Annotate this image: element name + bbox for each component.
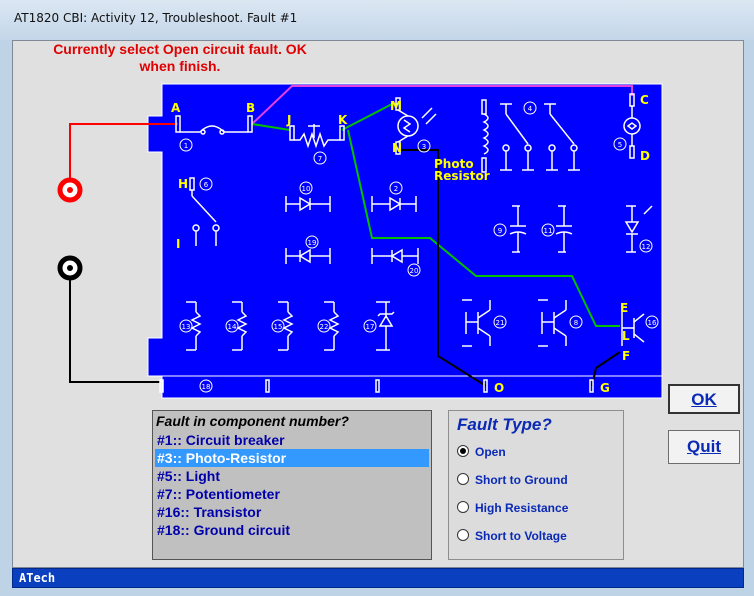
list-item[interactable]: #16:: Transistor — [155, 503, 429, 521]
svg-text:6: 6 — [204, 181, 209, 189]
radio-unselected-icon[interactable] — [457, 501, 469, 513]
svg-text:12: 12 — [642, 243, 651, 251]
list-item[interactable]: #18:: Ground circuit — [155, 521, 429, 539]
svg-text:7: 7 — [318, 155, 322, 163]
radio-short-to-voltage[interactable]: Short to Voltage — [457, 527, 567, 545]
radio-open[interactable]: Open — [457, 443, 506, 461]
app-window: AT1820 CBI: Activity 12, Troubleshoot. F… — [0, 0, 754, 596]
point-label-j: J — [286, 113, 291, 127]
svg-text:14: 14 — [228, 323, 237, 331]
list-item[interactable]: #1:: Circuit breaker — [155, 431, 429, 449]
status-bar: ATech — [12, 568, 744, 588]
black-test-lead[interactable] — [57, 255, 160, 383]
radio-short-to-ground[interactable]: Short to Ground — [457, 471, 568, 489]
list-item[interactable]: #5:: Light — [155, 467, 429, 485]
svg-text:11: 11 — [544, 227, 553, 235]
radio-label: High Resistance — [475, 501, 569, 515]
point-label-i: I — [176, 237, 180, 251]
point-label-f: F — [622, 349, 630, 363]
svg-text:8: 8 — [574, 319, 578, 327]
fault-list-header: Fault in component number? — [156, 413, 349, 429]
point-label-b: B — [246, 101, 255, 115]
radio-label: Open — [475, 445, 506, 459]
radio-high-resistance[interactable]: High Resistance — [457, 499, 568, 517]
svg-text:2: 2 — [394, 185, 398, 193]
svg-text:4: 4 — [528, 105, 533, 113]
fault-component-list[interactable]: Fault in component number? #1:: Circuit … — [152, 410, 432, 560]
svg-text:10: 10 — [302, 185, 311, 193]
point-label-h: H — [178, 177, 188, 191]
fault-type-header: Fault Type? — [457, 415, 552, 434]
svg-text:3: 3 — [422, 143, 426, 151]
svg-text:18: 18 — [202, 383, 211, 391]
point-label-d: D — [640, 149, 650, 163]
fault-type-group: Fault Type? Open Short to Ground High Re… — [448, 410, 624, 560]
point-label-g: G — [600, 381, 610, 395]
radio-selected-icon[interactable] — [457, 445, 469, 457]
list-item[interactable]: #7:: Potentiometer — [155, 485, 429, 503]
circuit-board — [147, 83, 663, 399]
point-label-a: A — [171, 101, 181, 115]
radio-label: Short to Voltage — [475, 529, 567, 543]
svg-text:17: 17 — [366, 323, 375, 331]
svg-text:22: 22 — [320, 323, 329, 331]
point-label-m: M — [390, 99, 402, 113]
svg-text:21: 21 — [496, 319, 505, 327]
point-label-k: K — [338, 113, 348, 127]
point-label-n: N — [392, 141, 402, 155]
point-label-c: C — [640, 93, 649, 107]
svg-text:19: 19 — [308, 239, 317, 247]
ok-button[interactable]: OK — [668, 384, 740, 414]
quit-button[interactable]: Quit — [668, 430, 740, 464]
svg-text:20: 20 — [410, 267, 419, 275]
svg-text:16: 16 — [648, 319, 657, 327]
point-label-l: L — [622, 329, 630, 343]
svg-text:9: 9 — [498, 227, 502, 235]
list-item-selected[interactable]: #3:: Photo-Resistor — [155, 449, 429, 467]
svg-text:13: 13 — [182, 323, 191, 331]
svg-text:1: 1 — [184, 142, 188, 150]
svg-text:15: 15 — [274, 323, 283, 331]
radio-unselected-icon[interactable] — [457, 529, 469, 541]
radio-unselected-icon[interactable] — [457, 473, 469, 485]
status-text: ATech — [19, 571, 56, 585]
photo-resistor-label-line-2: Resistor — [434, 169, 490, 183]
point-label-e: E — [620, 301, 628, 315]
point-label-o: O — [494, 381, 504, 395]
radio-label: Short to Ground — [475, 473, 568, 487]
svg-text:5: 5 — [618, 141, 622, 149]
